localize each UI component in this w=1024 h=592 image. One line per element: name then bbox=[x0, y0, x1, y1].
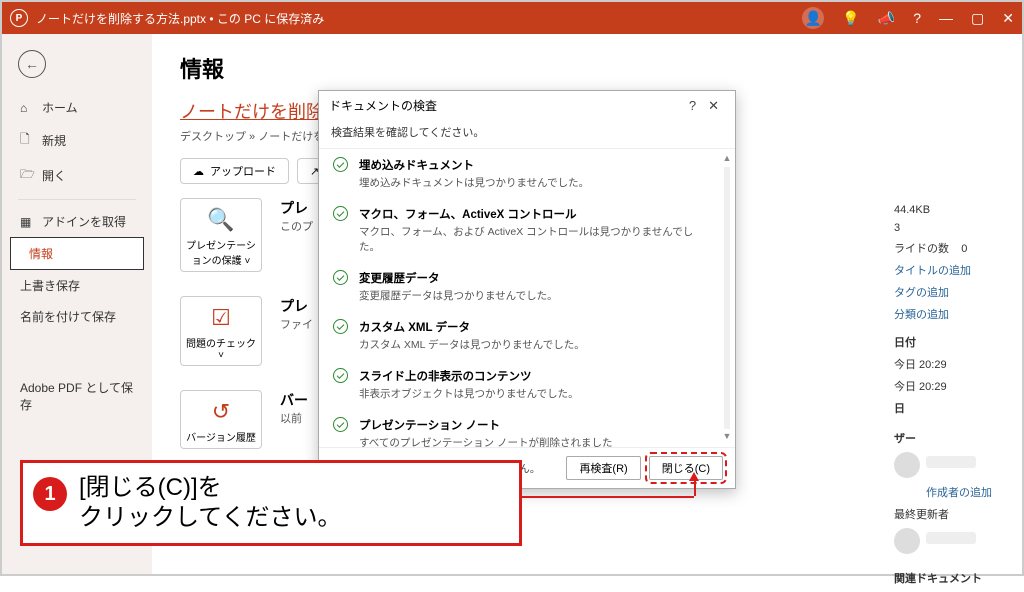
modifier-name bbox=[926, 532, 976, 544]
check-icon bbox=[333, 319, 348, 334]
prop-created: 今日 20:29 bbox=[894, 378, 992, 394]
check-icon bbox=[333, 270, 348, 285]
avatar bbox=[894, 452, 920, 478]
close-icon[interactable]: ✕ bbox=[1002, 10, 1014, 27]
sidebar-item-adobe[interactable]: Adobe PDF として保存 bbox=[2, 372, 152, 420]
sidebar-item-addin[interactable]: ▦アドインを取得 bbox=[2, 206, 152, 237]
maximize-icon[interactable]: ▢ bbox=[971, 10, 984, 27]
back-button[interactable]: ← bbox=[18, 50, 46, 78]
check-icon bbox=[333, 206, 348, 221]
sidebar-item-open[interactable]: 🗁開く bbox=[2, 158, 152, 193]
inspect-result-notes: プレゼンテーション ノートすべてのプレゼンテーション ノートが削除されました bbox=[319, 409, 735, 448]
sidebar-item-saveas[interactable]: 名前を付けて保存 bbox=[2, 301, 152, 332]
lightbulb-icon[interactable]: 💡 bbox=[842, 10, 859, 27]
check-icon bbox=[333, 368, 348, 383]
related-docs-heading: 関連ドキュメント bbox=[894, 570, 992, 586]
version-history-button[interactable]: ↺バージョン履歴 bbox=[180, 390, 262, 449]
callout-arrow-head bbox=[689, 472, 699, 481]
protect-heading: プレ bbox=[280, 198, 313, 218]
dialog-scrollbar[interactable]: ▲▼ bbox=[721, 153, 733, 443]
megaphone-icon[interactable]: 📣 bbox=[878, 10, 895, 27]
add-title-link[interactable]: タイトルの追加 bbox=[894, 262, 992, 278]
avatar bbox=[894, 528, 920, 554]
inspect-result-revisions: 変更履歴データ変更履歴データは見つかりませんでした。 bbox=[319, 262, 735, 311]
instruction-callout: 1 [閉じる(C)]をクリックしてください。 bbox=[20, 460, 522, 546]
properties-panel: 44.4KB 3 ライドの数 0 タイトルの追加 タグの追加 分類の追加 日付 … bbox=[894, 204, 992, 592]
prop-slides: 3 bbox=[894, 222, 992, 234]
dialog-title: ドキュメントの検査 bbox=[329, 97, 683, 114]
document-inspector-dialog: ドキュメントの検査 ? ✕ 検査結果を確認してください。 埋め込みドキュメント埋… bbox=[318, 90, 736, 489]
reinspect-button[interactable]: 再検査(R) bbox=[566, 456, 640, 480]
folder-icon: 🗁 bbox=[20, 165, 34, 186]
dialog-body: 埋め込みドキュメント埋め込みドキュメントは見つかりませんでした。 マクロ、フォー… bbox=[319, 148, 735, 448]
version-heading: バー bbox=[280, 390, 308, 410]
inspect-result-hidden: スライド上の非表示のコンテンツ非表示オブジェクトは見つかりませんでした。 bbox=[319, 360, 735, 409]
callout-number: 1 bbox=[33, 477, 67, 511]
inspect-result-embedded: 埋め込みドキュメント埋め込みドキュメントは見つかりませんでした。 bbox=[319, 149, 735, 198]
powerpoint-icon: P bbox=[10, 9, 28, 27]
home-icon: ⌂ bbox=[20, 101, 34, 115]
page-title: 情報 bbox=[180, 52, 994, 84]
file-name: ノートだけを削除する方法.pptx • この PC に保存済み bbox=[36, 10, 324, 27]
prop-modified: 今日 20:29 bbox=[894, 356, 992, 372]
dialog-subtitle: 検査結果を確認してください。 bbox=[319, 120, 735, 148]
prop-size: 44.4KB bbox=[894, 204, 992, 216]
cloud-icon: ☁ bbox=[193, 165, 204, 178]
author-name bbox=[926, 456, 976, 468]
account-icon[interactable]: 👤 bbox=[802, 7, 824, 29]
sidebar-item-overwrite[interactable]: 上書き保存 bbox=[2, 270, 152, 301]
help-icon[interactable]: ? bbox=[913, 10, 921, 26]
window-titlebar: P ノートだけを削除する方法.pptx • この PC に保存済み 👤 💡 📣 … bbox=[2, 2, 1022, 34]
close-button[interactable]: 閉じる(C) bbox=[649, 456, 723, 480]
inspect-result-xml: カスタム XML データカスタム XML データは見つかりませんでした。 bbox=[319, 311, 735, 360]
grid-icon: ▦ bbox=[20, 215, 34, 229]
sidebar-item-new[interactable]: 🗋新規 bbox=[2, 123, 152, 158]
window-controls: 👤 💡 📣 ? ― ▢ ✕ bbox=[802, 7, 1014, 29]
check-icon bbox=[333, 157, 348, 172]
callout-text: [閉じる(C)]をクリックしてください。 bbox=[79, 473, 505, 533]
add-author-link[interactable]: 作成者の追加 bbox=[926, 484, 992, 500]
upload-button[interactable]: ☁アップロード bbox=[180, 158, 289, 184]
callout-arrow bbox=[522, 496, 694, 498]
document-icon: 🗋 bbox=[20, 130, 34, 151]
check-issues-button[interactable]: ☑問題のチェック ˅ bbox=[180, 296, 262, 366]
callout-arrow bbox=[694, 480, 696, 496]
dialog-help-icon[interactable]: ? bbox=[683, 98, 702, 113]
inspect-result-macros: マクロ、フォーム、ActiveX コントロールマクロ、フォーム、および Acti… bbox=[319, 198, 735, 262]
sidebar-item-info[interactable]: 情報 bbox=[10, 237, 144, 270]
check-icon bbox=[333, 417, 348, 432]
dialog-close-icon[interactable]: ✕ bbox=[702, 98, 725, 114]
minimize-icon[interactable]: ― bbox=[939, 10, 953, 26]
lock-icon: 🔍 bbox=[183, 207, 259, 233]
history-icon: ↺ bbox=[183, 399, 259, 425]
add-category-link[interactable]: 分類の追加 bbox=[894, 306, 992, 322]
sidebar-item-home[interactable]: ⌂ホーム bbox=[2, 92, 152, 123]
inspect-heading: プレ bbox=[280, 296, 313, 316]
protect-presentation-button[interactable]: 🔍プレゼンテーションの保護 ˅ bbox=[180, 198, 262, 272]
checkbox-icon: ☑ bbox=[183, 305, 259, 331]
add-tag-link[interactable]: タグの追加 bbox=[894, 284, 992, 300]
